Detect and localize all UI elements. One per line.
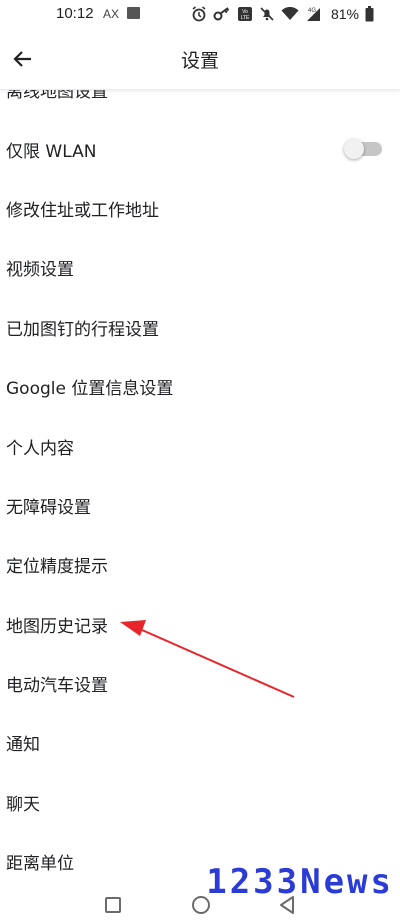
settings-item-accessibility[interactable]: 无障碍设置 xyxy=(0,476,400,535)
volte-icon: VoLTE xyxy=(237,7,252,21)
network-label: 4G xyxy=(308,8,316,14)
battery-icon xyxy=(365,6,374,22)
status-time: 10:12 xyxy=(56,5,94,22)
toggle-knob xyxy=(344,139,364,160)
wifi-icon xyxy=(281,7,299,20)
settings-item-wifi-only[interactable]: 仅限 WLAN xyxy=(0,119,400,178)
image-icon xyxy=(127,7,140,19)
settings-item-video[interactable]: 视频设置 xyxy=(0,238,400,297)
settings-item-label: 地图历史记录 xyxy=(6,616,108,637)
settings-item-label: 聊天 xyxy=(6,794,40,815)
battery-percent: 81% xyxy=(330,6,359,22)
settings-item-label: 视频设置 xyxy=(6,260,74,281)
settings-item-maps-history[interactable]: 地图历史记录 xyxy=(0,595,400,654)
settings-item-personal-content[interactable]: 个人内容 xyxy=(0,416,400,475)
settings-item-label: 定位精度提示 xyxy=(6,557,108,578)
settings-item-label: Google 位置信息设置 xyxy=(6,379,174,400)
settings-item-label: 离线地图设置 xyxy=(6,90,108,103)
settings-item-label: 已加图钉的行程设置 xyxy=(6,319,159,340)
status-carrier-tag: AX xyxy=(103,7,120,21)
settings-item-google-location[interactable]: Google 位置信息设置 xyxy=(0,357,400,416)
svg-text:LTE: LTE xyxy=(241,15,250,21)
settings-item-label: 通知 xyxy=(6,735,40,756)
mute-icon xyxy=(260,7,274,21)
watermark: 1233News xyxy=(206,862,394,902)
settings-item-label: 仅限 WLAN xyxy=(6,141,97,162)
settings-item-pinned-trips[interactable]: 已加图钉的行程设置 xyxy=(0,298,400,357)
recents-button[interactable] xyxy=(105,897,121,913)
settings-item-chat[interactable]: 聊天 xyxy=(0,773,400,832)
signal-icon: 4G xyxy=(306,8,320,21)
settings-list-viewport[interactable]: 离线地图设置 仅限 WLAN 修改住址或工作地址 视频设置 已加图钉的行程设置 … xyxy=(0,90,400,890)
key-icon xyxy=(213,7,230,21)
settings-item-label: 个人内容 xyxy=(6,438,74,459)
settings-item-ev[interactable]: 电动汽车设置 xyxy=(0,654,400,713)
page-title: 设置 xyxy=(180,50,219,72)
status-icons: Vo LTE 4G 81% xyxy=(191,4,374,24)
settings-item-edit-home-work[interactable]: 修改住址或工作地址 xyxy=(0,179,400,238)
alarm-icon xyxy=(192,6,206,22)
settings-item-label: 修改住址或工作地址 xyxy=(6,200,159,221)
wifi-only-toggle[interactable] xyxy=(344,139,382,160)
settings-item-offline-maps[interactable]: 离线地图设置 xyxy=(0,90,400,119)
settings-list: 离线地图设置 仅限 WLAN 修改住址或工作地址 视频设置 已加图钉的行程设置 … xyxy=(0,90,400,890)
app-bar: 设置 xyxy=(0,28,400,90)
settings-item-location-accuracy[interactable]: 定位精度提示 xyxy=(0,535,400,594)
settings-item-label: 无障碍设置 xyxy=(6,497,91,518)
settings-item-label: 电动汽车设置 xyxy=(6,676,108,697)
settings-item-notifications[interactable]: 通知 xyxy=(0,713,400,772)
status-bar: 10:12 AX Vo LTE 4G 81% xyxy=(0,0,400,28)
settings-item-label: 距离单位 xyxy=(6,854,74,875)
